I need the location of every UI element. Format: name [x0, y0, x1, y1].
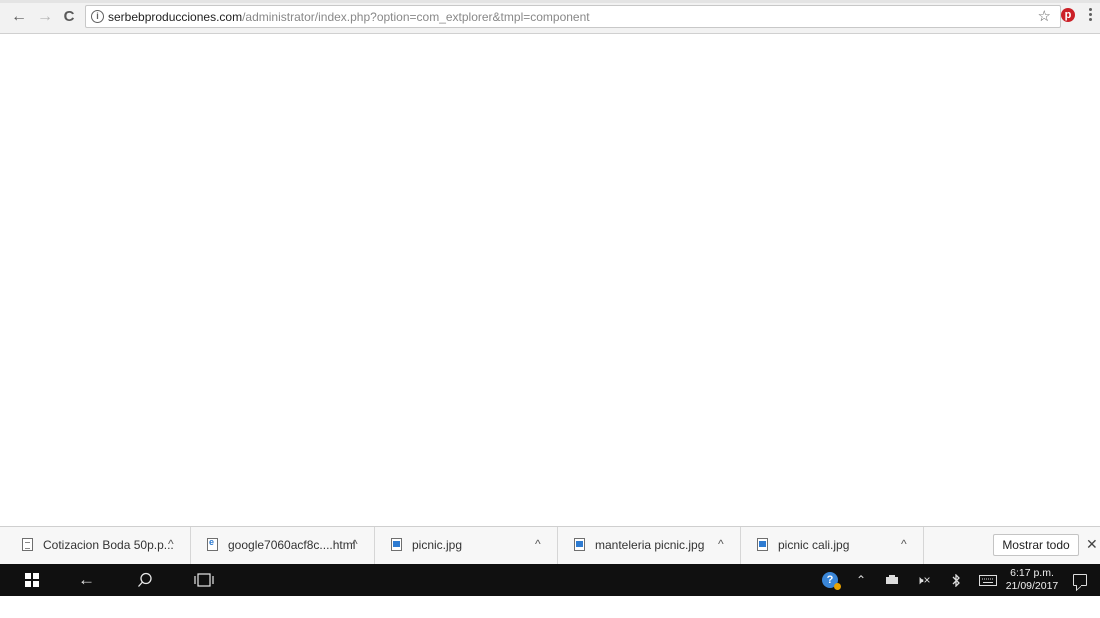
page-content — [0, 34, 1100, 526]
download-item[interactable]: picnic.jpg ^ — [389, 527, 558, 564]
keyboard-icon[interactable] — [979, 575, 997, 586]
download-filename: manteleria picnic.jpg — [595, 538, 705, 552]
reload-icon[interactable]: C — [60, 8, 78, 26]
more-menu-icon[interactable] — [1087, 7, 1093, 23]
download-filename: picnic cali.jpg — [778, 538, 850, 552]
download-item[interactable]: manteleria picnic.jpg ^ — [572, 527, 741, 564]
chevron-up-icon[interactable]: ^ — [352, 537, 358, 552]
browser-toolbar: ← → C i serbebproducciones.com/administr… — [0, 0, 1100, 34]
windows-taskbar: ← ? ⌃ 🕨× 6:17 p.m. 21/09/2017 — [0, 564, 1100, 596]
url-host: serbebproducciones.com — [108, 10, 243, 24]
download-item[interactable]: picnic cali.jpg ^ — [755, 527, 924, 564]
chevron-up-icon[interactable]: ^ — [168, 537, 174, 552]
task-view-icon[interactable] — [194, 573, 214, 587]
info-icon[interactable]: i — [91, 10, 104, 23]
search-icon[interactable] — [137, 572, 153, 588]
chevron-up-icon[interactable]: ⌃ — [856, 571, 866, 589]
notification-icon[interactable] — [1073, 574, 1087, 586]
download-filename: Cotizacion Boda 50p.p... — [43, 538, 174, 552]
download-shelf: Cotizacion Boda 50p.p... ^ google7060acf… — [0, 526, 1100, 564]
document-file-icon — [22, 538, 33, 551]
image-file-icon — [574, 538, 585, 551]
address-bar[interactable]: i serbebproducciones.com/administrator/i… — [85, 5, 1061, 28]
chevron-up-icon[interactable]: ^ — [901, 537, 907, 552]
image-file-icon — [391, 538, 402, 551]
download-filename: picnic.jpg — [412, 538, 463, 552]
clock-time: 6:17 p.m. — [1010, 567, 1054, 579]
close-icon[interactable]: ✕ — [1086, 536, 1098, 552]
help-icon[interactable]: ? — [822, 572, 841, 590]
windows-start-icon[interactable] — [25, 573, 39, 587]
back-arrow-icon[interactable]: ← — [10, 8, 28, 26]
html-file-icon — [207, 537, 218, 551]
system-clock[interactable]: 6:17 p.m. 21/09/2017 — [1004, 567, 1060, 593]
tab-strip-edge — [0, 0, 1100, 3]
download-item[interactable]: google7060acf8c....html ^ — [205, 527, 375, 564]
forward-arrow-icon[interactable]: → — [36, 8, 54, 26]
clock-date: 21/09/2017 — [1005, 580, 1059, 592]
image-file-icon — [757, 538, 768, 551]
screen-bottom-margin — [0, 596, 1100, 618]
network-icon[interactable] — [885, 575, 899, 585]
chevron-up-icon[interactable]: ^ — [535, 537, 541, 552]
download-filename: google7060acf8c....html — [228, 538, 356, 552]
back-arrow-icon[interactable]: ← — [78, 570, 95, 590]
volume-muted-icon[interactable]: 🕨× — [916, 571, 931, 589]
url-text[interactable]: serbebproducciones.com/administrator/ind… — [108, 9, 590, 25]
chevron-up-icon[interactable]: ^ — [718, 537, 724, 552]
url-path: /administrator/index.php?option=com_extp… — [242, 10, 590, 24]
show-all-button[interactable]: Mostrar todo — [993, 534, 1079, 556]
download-item[interactable]: Cotizacion Boda 50p.p... ^ — [20, 527, 191, 564]
bluetooth-icon[interactable] — [951, 574, 961, 587]
star-icon[interactable]: ☆ — [1038, 8, 1051, 26]
pinterest-icon[interactable]: p — [1061, 8, 1075, 22]
